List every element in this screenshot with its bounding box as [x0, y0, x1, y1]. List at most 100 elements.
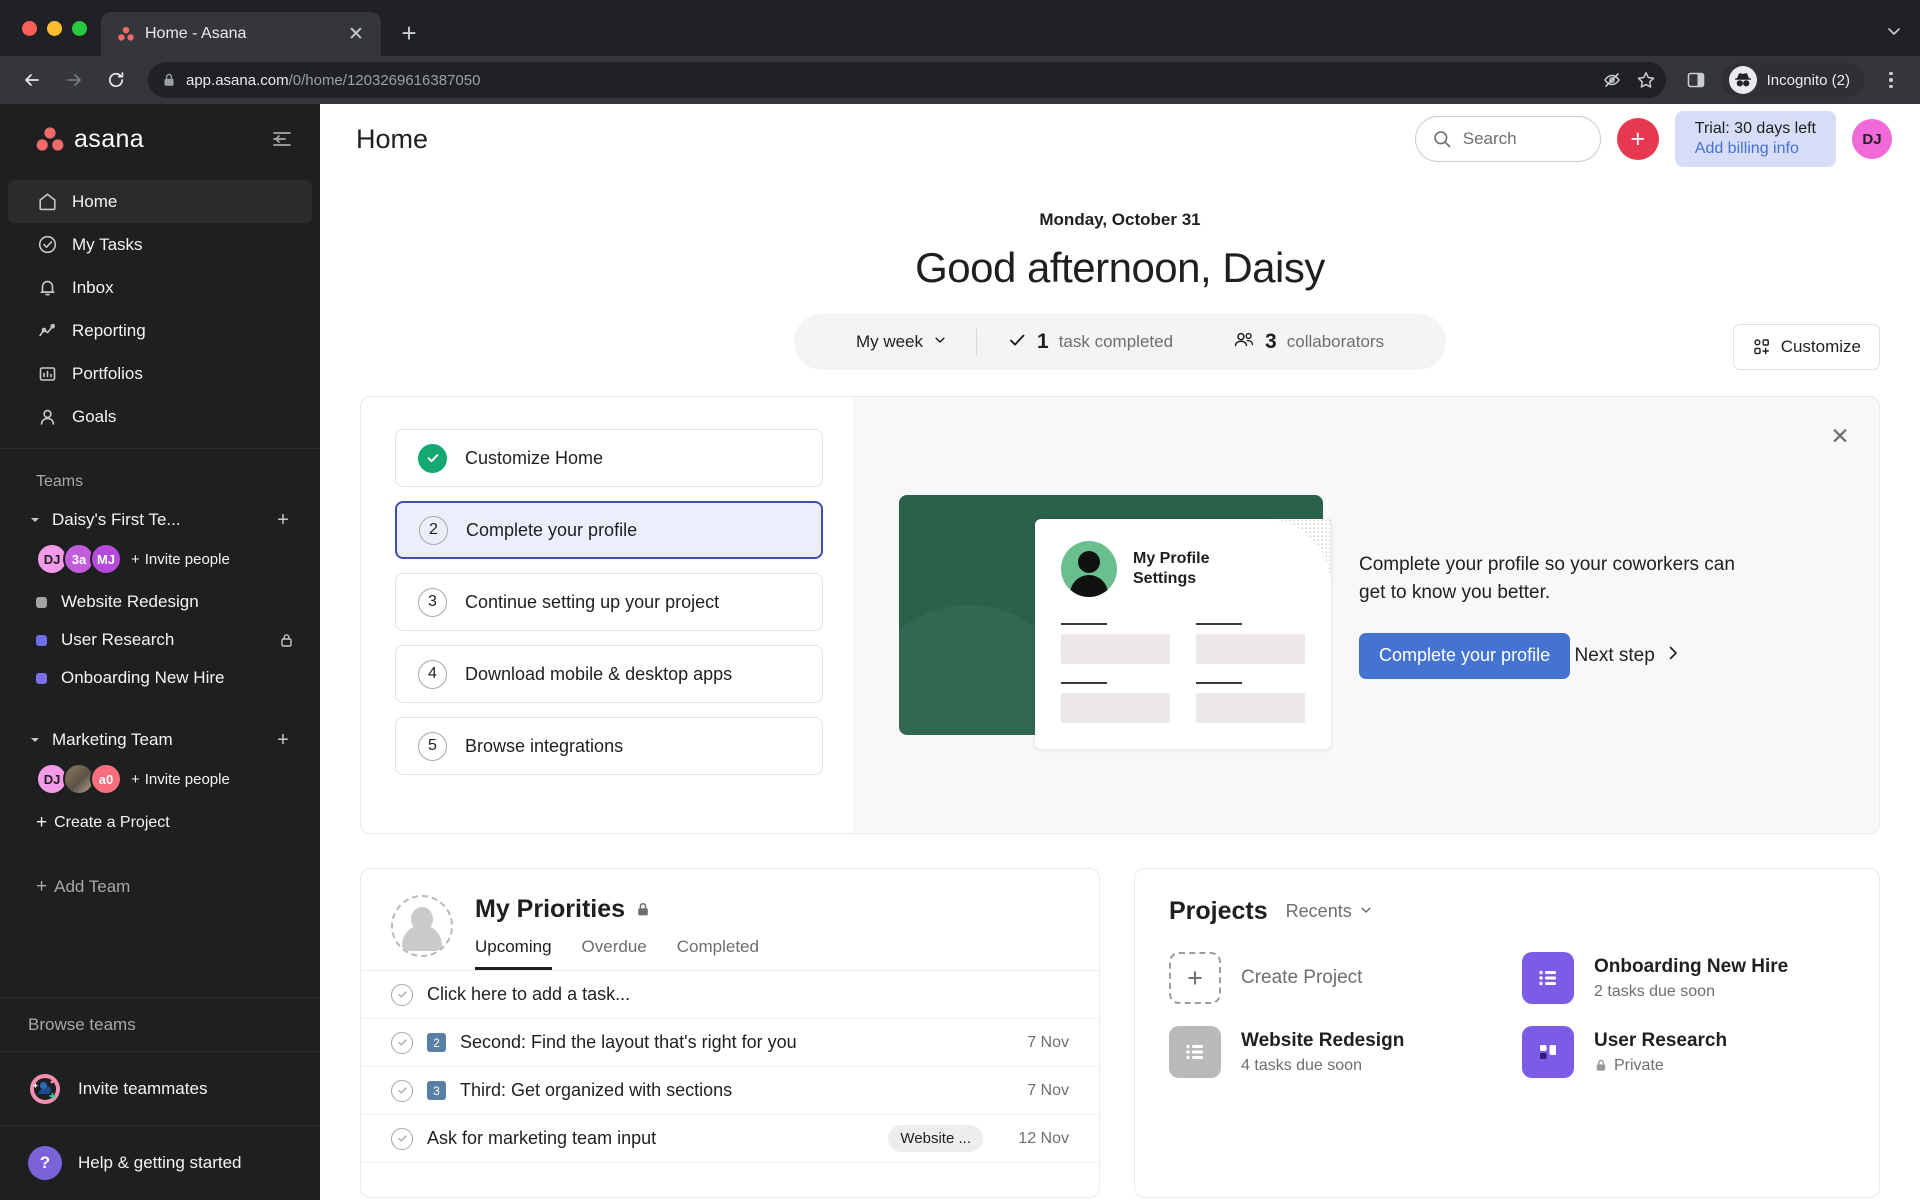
stat-tasks-completed: 1 task completed [977, 330, 1203, 355]
arrow-right-icon[interactable] [56, 62, 92, 98]
sidebar-item-my-tasks[interactable]: My Tasks [8, 223, 312, 266]
browse-teams-button[interactable]: Browse teams [0, 998, 320, 1052]
onboarding-step-continue-setting-up-your-project[interactable]: 3 Continue setting up your project [395, 573, 823, 631]
task-due-date: 12 Nov [1018, 1129, 1069, 1147]
close-icon[interactable]: ✕ [1823, 419, 1857, 453]
eye-slash-icon[interactable] [1602, 70, 1622, 90]
browser-tab-strip: Home - Asana ✕ + [0, 0, 1920, 56]
greeting-heading: Good afternoon, Daisy [915, 244, 1325, 291]
profile-settings-illustration: My Profile Settings [899, 495, 1331, 749]
close-tab-button[interactable]: ✕ [343, 21, 369, 47]
caret-down-icon[interactable] [26, 511, 44, 529]
tab-overdue[interactable]: Overdue [582, 937, 647, 970]
home-widgets: My Priorities Upcoming Overdue Completed [360, 868, 1880, 1198]
illustration-title: My Profile Settings [1133, 550, 1210, 587]
close-window-button[interactable] [22, 20, 37, 36]
minimize-window-button[interactable] [47, 20, 62, 36]
sidebar-project-website-redesign[interactable]: Website Redesign [8, 583, 312, 621]
caret-down-icon[interactable] [26, 731, 44, 749]
team-row-marketing-team[interactable]: Marketing Team + [8, 721, 312, 759]
sidebar-teams-section: Teams Daisy's First Te... + DJ 3a MJ + In… [0, 449, 320, 997]
add-team-button[interactable]: + Add Team [8, 865, 312, 909]
add-task-row[interactable]: Click here to add a task... [361, 971, 1099, 1019]
plus-icon[interactable]: + [272, 509, 294, 532]
onboarding-step-browse-integrations[interactable]: 5 Browse integrations [395, 717, 823, 775]
task-row[interactable]: Ask for marketing team input Website ...… [361, 1115, 1099, 1163]
create-project-button[interactable]: + Create Project [1169, 952, 1492, 1004]
lock-icon [162, 72, 176, 88]
asana-wordmark-logo[interactable]: asana [36, 125, 144, 154]
star-icon[interactable] [1636, 70, 1656, 90]
avatar[interactable]: a0 [90, 763, 122, 795]
project-subtitle: Private [1594, 1057, 1727, 1075]
search-input[interactable]: Search [1414, 116, 1601, 162]
project-card-website-redesign[interactable]: Website Redesign 4 tasks due soon [1169, 1026, 1492, 1078]
stat-value: 1 [1037, 330, 1049, 353]
reload-icon[interactable] [98, 62, 134, 98]
next-step-button[interactable]: Next step [1575, 644, 1681, 668]
new-tab-button[interactable]: + [389, 13, 429, 53]
create-project-label: Create a Project [54, 814, 170, 831]
address-bar[interactable]: app.asana.com/0/home/1203269616387050 [148, 62, 1666, 98]
portfolio-icon [36, 363, 58, 385]
arrow-left-icon[interactable] [14, 62, 50, 98]
check-circle-icon[interactable] [391, 1079, 413, 1102]
project-card-onboarding-new-hire[interactable]: Onboarding New Hire 2 tasks due soon [1522, 952, 1845, 1004]
lock-icon [635, 901, 651, 918]
incognito-profile-button[interactable]: Incognito (2) [1721, 63, 1864, 97]
kebab-menu-icon[interactable] [1876, 63, 1906, 97]
task-row[interactable]: 3 Third: Get organized with sections 7 N… [361, 1067, 1099, 1115]
sidebar-item-reporting[interactable]: Reporting [8, 309, 312, 352]
add-billing-info-link[interactable]: Add billing info [1695, 140, 1799, 158]
create-a-project-button[interactable]: + Create a Project [8, 803, 312, 843]
browser-tab-title: Home - Asana [145, 25, 247, 42]
customize-button[interactable]: Customize [1732, 324, 1880, 370]
sidebar-item-goals[interactable]: Goals [8, 395, 312, 438]
week-range-selector[interactable]: My week [826, 329, 978, 355]
project-name: Onboarding New Hire [61, 668, 225, 687]
avatar[interactable]: MJ [90, 543, 122, 575]
sidebar-project-user-research[interactable]: User Research [8, 621, 312, 659]
collapse-sidebar-icon[interactable] [268, 125, 296, 153]
add-task-placeholder: Click here to add a task... [427, 984, 631, 1004]
tab-upcoming[interactable]: Upcoming [475, 937, 552, 970]
plus-icon[interactable]: + [272, 729, 294, 752]
complete-your-profile-button[interactable]: Complete your profile [1359, 632, 1571, 679]
decorative-dots [1257, 519, 1331, 585]
maximize-window-button[interactable] [72, 20, 87, 36]
projects-filter-dropdown[interactable]: Recents [1286, 901, 1373, 922]
sidebar-footer: Browse teams Invite teammates ? Help & g… [0, 997, 320, 1200]
check-circle-icon[interactable] [391, 1127, 413, 1150]
task-row[interactable]: 2 Second: Find the layout that's right f… [361, 1019, 1099, 1067]
onboarding-step-complete-your-profile[interactable]: 2 Complete your profile [395, 501, 823, 559]
tab-completed[interactable]: Completed [677, 937, 759, 970]
onboarding-step-download-apps[interactable]: 4 Download mobile & desktop apps [395, 645, 823, 703]
app-topbar: Home Search + Trial: 30 days left Add bi… [320, 104, 1920, 174]
side-panel-icon[interactable] [1680, 64, 1712, 96]
invite-teammates-button[interactable]: Invite teammates [0, 1052, 320, 1126]
invite-teammates-icon [28, 1072, 62, 1106]
project-color-dot [36, 596, 47, 608]
browser-tab[interactable]: Home - Asana ✕ [101, 12, 381, 56]
sidebar-item-home[interactable]: Home [8, 180, 312, 223]
home-icon [36, 191, 58, 213]
help-label: Help & getting started [78, 1153, 242, 1172]
chevron-down-icon[interactable] [1886, 23, 1902, 42]
quick-add-button[interactable]: + [1616, 118, 1659, 160]
trial-banner[interactable]: Trial: 30 days left Add billing info [1674, 111, 1836, 167]
project-card-user-research[interactable]: User Research Private [1522, 1026, 1845, 1078]
browser-window: Home - Asana ✕ + app.asana.com/0/home/12… [0, 0, 1920, 1200]
project-name: User Research [1594, 1029, 1728, 1051]
sidebar-item-inbox[interactable]: Inbox [8, 266, 312, 309]
help-getting-started-button[interactable]: ? Help & getting started [0, 1126, 320, 1200]
sidebar-project-onboarding-new-hire[interactable]: Onboarding New Hire [8, 659, 312, 697]
invite-people-button[interactable]: + Invite people [131, 551, 230, 568]
next-step-label: Next step [1574, 645, 1655, 667]
onboarding-step-customize-home[interactable]: Customize Home [395, 429, 823, 487]
avatar[interactable]: DJ [1852, 119, 1892, 159]
check-circle-icon[interactable] [391, 1031, 413, 1054]
invite-people-button[interactable]: + Invite people [131, 771, 230, 788]
team-row-daisys-first-team[interactable]: Daisy's First Te... + [8, 501, 312, 539]
task-project-tag[interactable]: Website ... [888, 1125, 983, 1152]
sidebar-item-portfolios[interactable]: Portfolios [8, 352, 312, 395]
